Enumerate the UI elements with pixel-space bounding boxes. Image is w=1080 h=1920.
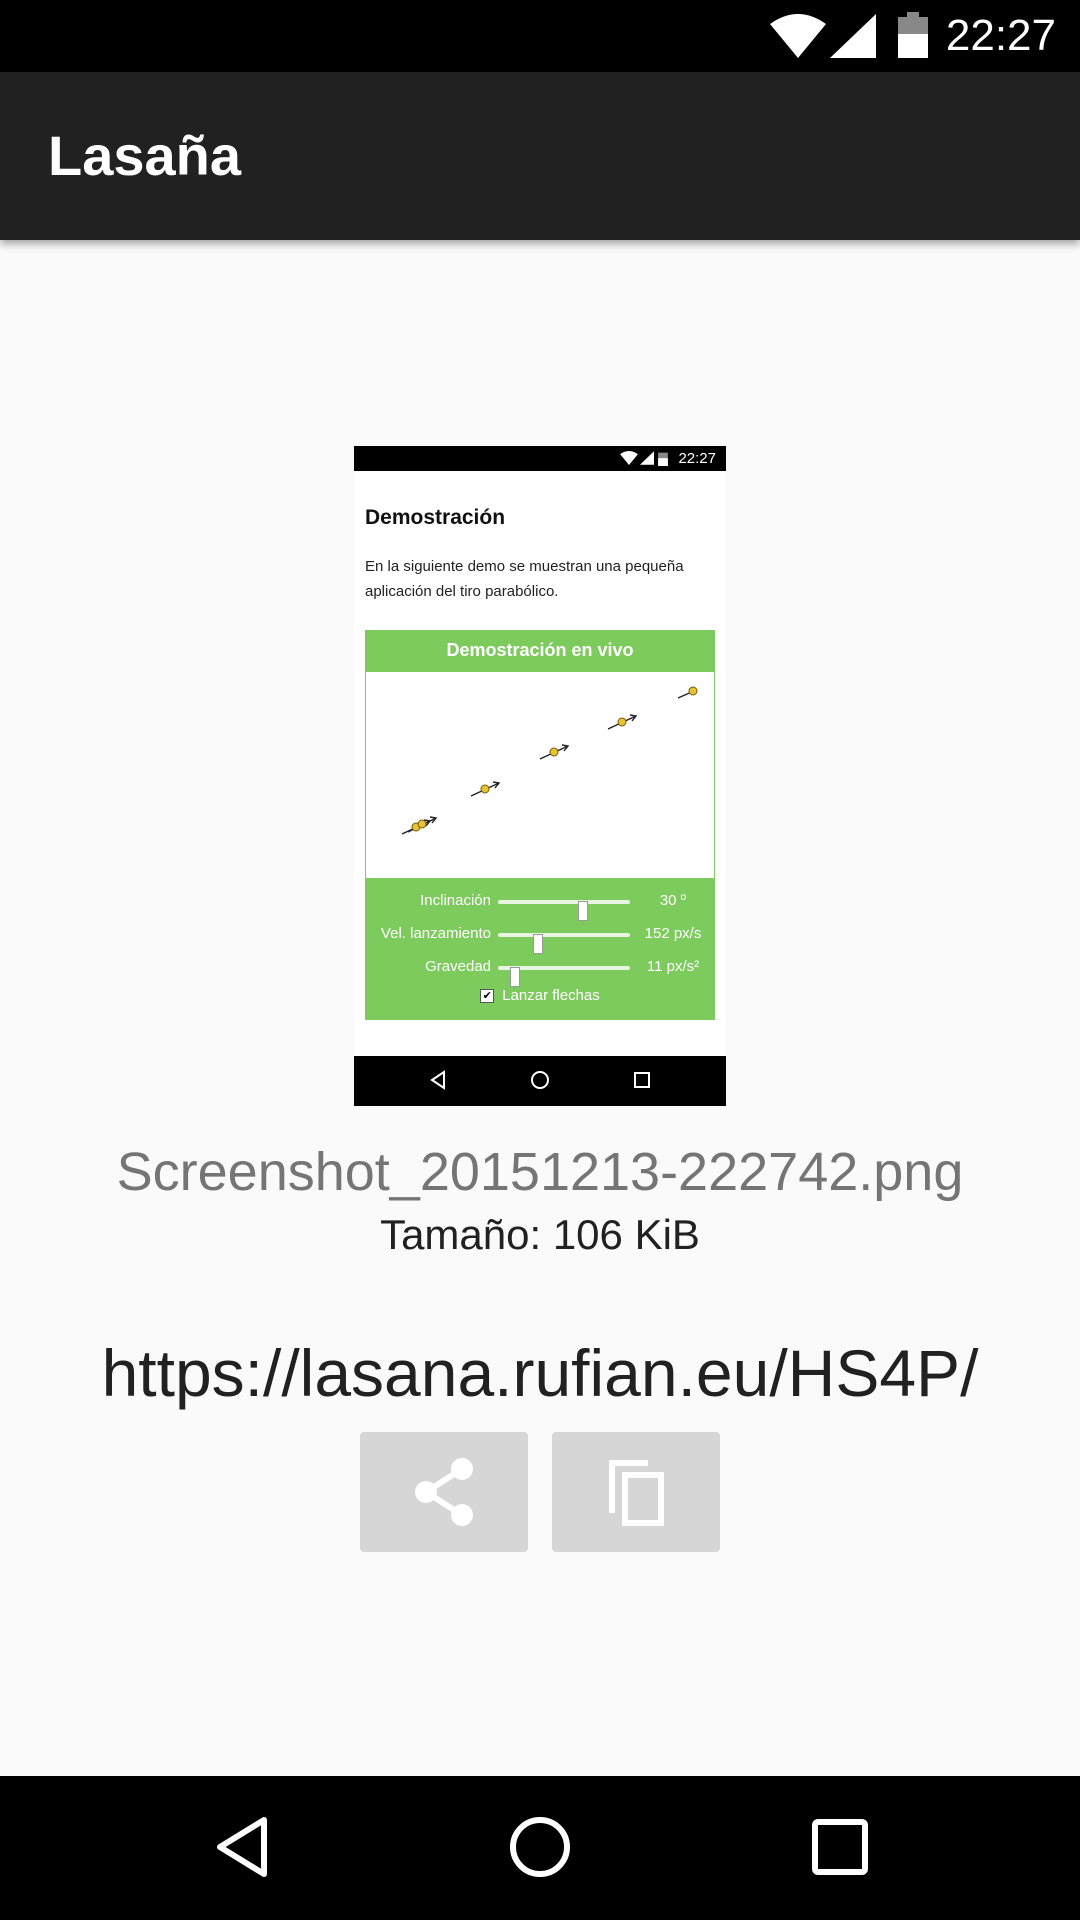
- copy-icon: [609, 1460, 664, 1526]
- control-label: Gravedad: [425, 958, 491, 975]
- status-bar: 22:27: [0, 0, 1080, 72]
- copy-button[interactable]: [552, 1432, 720, 1552]
- control-value: 30 º: [659, 892, 687, 909]
- file-size: Tamaño: 106 KiB: [380, 1211, 700, 1258]
- file-name: Screenshot_20151213-222742.png: [116, 1142, 964, 1202]
- control-label: Inclinación: [420, 892, 491, 909]
- control-value: 11 px/s²: [646, 958, 700, 975]
- slider-knob: [578, 901, 588, 921]
- battery-icon: [898, 12, 928, 58]
- preview-control-gravedad: Gravedad 11 px/s²: [365, 955, 715, 987]
- preview-control-inclinacion: Inclinación 30 º: [365, 889, 715, 921]
- slider-knob: [533, 934, 543, 954]
- preview-paragraph: En la siguiente demo se muestran una peq…: [365, 558, 684, 600]
- preview-demo-panel: Demostración en vivo Inclinación 30 º Ve…: [365, 630, 715, 1020]
- control-value: 152 px/s: [644, 925, 702, 942]
- share-button[interactable]: [360, 1432, 528, 1552]
- wifi-icon: [770, 14, 826, 58]
- slider-track: [498, 900, 630, 921]
- share-icon: [415, 1458, 473, 1526]
- share-url[interactable]: https://lasana.rufian.eu/HS4P/: [0, 1334, 1080, 1412]
- preview-panel-title: Demostración en vivo: [446, 640, 634, 660]
- screenshot-preview[interactable]: 22:27 Demostración En la siguiente demo …: [354, 446, 726, 1106]
- slider-track: [498, 933, 630, 954]
- preview-heading: Demostración: [365, 506, 506, 529]
- slider-knob: [510, 967, 520, 987]
- preview-demo-canvas: [366, 672, 714, 878]
- preview-status-bar: 22:27: [354, 446, 726, 471]
- preview-checkbox-row: ✔ Lanzar flechas: [365, 986, 715, 1006]
- preview-control-velocidad: Vel. lanzamiento 152 px/s: [365, 922, 715, 954]
- preview-recents-icon: [634, 1072, 650, 1088]
- preview-status-time: 22:27: [678, 450, 716, 467]
- cellular-signal-icon: [830, 14, 876, 58]
- recents-icon[interactable]: [810, 1817, 870, 1877]
- preview-signal-icon: [640, 451, 654, 465]
- system-nav-bar: [0, 1776, 1080, 1920]
- slider-track: [498, 966, 630, 987]
- status-time: 22:27: [945, 11, 1056, 60]
- preview-battery-icon: [658, 452, 668, 466]
- checkbox-icon: ✔: [480, 989, 495, 1004]
- checkbox-label: Lanzar flechas: [502, 987, 600, 1004]
- preview-home-icon: [531, 1071, 549, 1089]
- app-title: Lasaña: [48, 124, 241, 187]
- preview-wifi-icon: [620, 451, 638, 465]
- preview-nav-bar: [354, 1056, 726, 1106]
- arrows-illustration: [401, 686, 698, 835]
- preview-back-icon: [430, 1070, 445, 1090]
- control-label: Vel. lanzamiento: [380, 925, 491, 942]
- home-icon[interactable]: [507, 1814, 573, 1880]
- app-bar: Lasaña: [0, 72, 1080, 240]
- back-icon[interactable]: [212, 1814, 272, 1880]
